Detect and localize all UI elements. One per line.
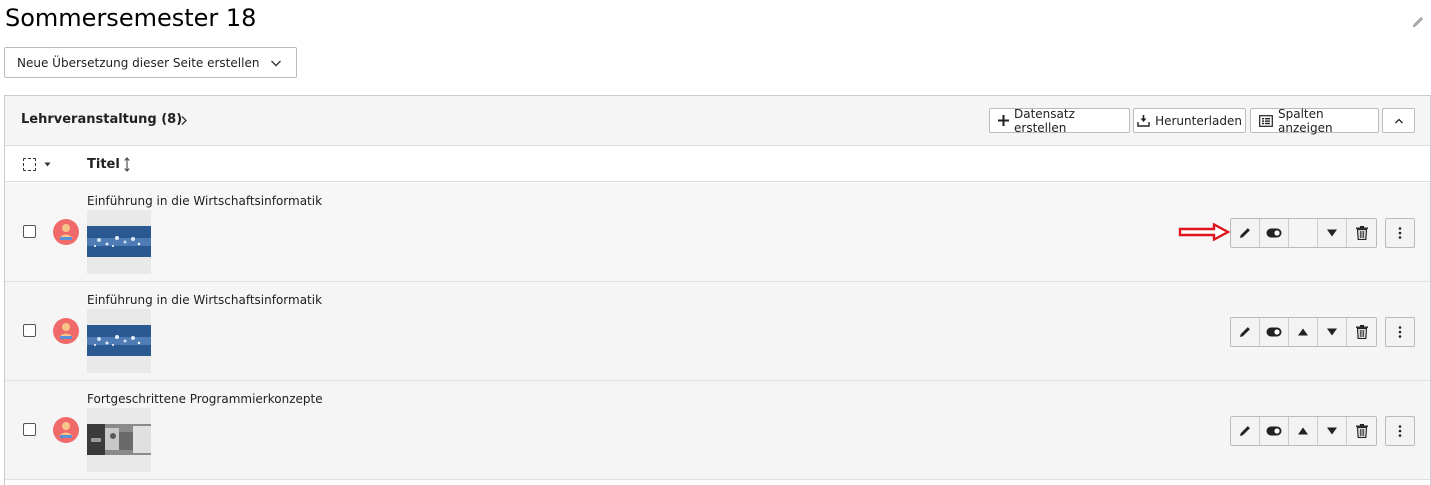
page-edit-pencil-icon[interactable] xyxy=(1410,14,1426,30)
more-options-button[interactable] xyxy=(1385,416,1415,446)
thumbnail xyxy=(87,408,151,472)
row-action-group xyxy=(1230,218,1377,248)
move-down-button[interactable] xyxy=(1318,318,1347,346)
toggle-visibility-button[interactable] xyxy=(1260,219,1289,247)
select-all-checkbox[interactable] xyxy=(23,158,36,171)
edit-button[interactable] xyxy=(1231,219,1260,247)
toggle-visibility-button[interactable] xyxy=(1260,417,1289,445)
more-options-button[interactable] xyxy=(1385,317,1415,347)
show-columns-button[interactable]: Spalten anzeigen xyxy=(1250,106,1379,135)
trash-icon xyxy=(1355,424,1368,438)
row-checkbox[interactable] xyxy=(23,324,36,337)
table-row[interactable]: Fortgeschrittene Programmierkonzepte xyxy=(5,381,1430,480)
edit-button[interactable] xyxy=(1231,318,1260,346)
thumbnail-image xyxy=(87,424,151,455)
more-options-button[interactable] xyxy=(1385,218,1415,248)
chevron-up-icon xyxy=(1394,118,1403,123)
panel-header: Lehrveranstaltung (8) Datensatz erstelle… xyxy=(5,96,1430,146)
triangle-down-icon xyxy=(1327,229,1337,237)
toggle-visibility-button[interactable] xyxy=(1260,318,1289,346)
download-icon xyxy=(1137,114,1150,127)
thumbnail xyxy=(87,210,151,274)
create-record-label: Datensatz erstellen xyxy=(1014,106,1075,135)
chevron-down-icon xyxy=(271,60,281,67)
row-action-group xyxy=(1230,416,1377,446)
pencil-icon xyxy=(1240,426,1250,436)
row-checkbox[interactable] xyxy=(23,423,36,436)
delete-button[interactable] xyxy=(1347,318,1376,346)
row-title[interactable]: Fortgeschrittene Programmierkonzepte xyxy=(87,392,323,406)
move-up-placeholder xyxy=(1289,219,1318,247)
column-title-header[interactable]: Titel xyxy=(87,157,120,172)
columns-list-icon xyxy=(1259,114,1273,127)
row-checkbox[interactable] xyxy=(23,225,36,238)
pencil-icon xyxy=(1240,228,1250,238)
toggle-icon xyxy=(1266,327,1282,337)
vertical-dots-icon xyxy=(1398,425,1402,437)
triangle-up-icon xyxy=(1298,328,1308,336)
move-down-button[interactable] xyxy=(1318,219,1347,247)
record-type-avatar-icon xyxy=(53,417,79,443)
plus-icon xyxy=(998,115,1009,126)
row-title[interactable]: Einführung in die Wirtschaftsinformatik xyxy=(87,293,322,307)
show-columns-label: Spalten anzeigen xyxy=(1278,106,1333,135)
download-label: Herunterladen xyxy=(1155,113,1242,128)
edit-button[interactable] xyxy=(1231,417,1260,445)
move-up-button[interactable] xyxy=(1289,318,1318,346)
move-down-button[interactable] xyxy=(1318,417,1347,445)
toggle-icon xyxy=(1266,228,1282,238)
translation-select[interactable]: Neue Übersetzung dieser Seite erstellen xyxy=(4,47,297,78)
delete-button[interactable] xyxy=(1347,417,1376,445)
caret-down-icon[interactable] xyxy=(44,162,51,167)
download-button[interactable]: Herunterladen xyxy=(1133,108,1246,133)
records-panel: Lehrveranstaltung (8) Datensatz erstelle… xyxy=(4,95,1431,485)
trash-icon xyxy=(1355,325,1368,339)
record-type-avatar-icon xyxy=(53,318,79,344)
vertical-dots-icon xyxy=(1398,326,1402,338)
table-row[interactable]: Einführung in die Wirtschaftsinformatik xyxy=(5,282,1430,381)
triangle-down-icon xyxy=(1327,328,1337,336)
row-title[interactable]: Einführung in die Wirtschaftsinformatik xyxy=(87,194,322,208)
create-record-button[interactable]: Datensatz erstellen xyxy=(989,106,1130,135)
panel-title[interactable]: Lehrveranstaltung (8) xyxy=(21,112,182,127)
page-title: Sommersemester 18 xyxy=(5,4,257,32)
sort-icon[interactable] xyxy=(123,157,131,172)
chevron-right-icon[interactable] xyxy=(179,115,189,126)
trash-icon xyxy=(1355,226,1368,240)
toggle-icon xyxy=(1266,426,1282,436)
move-up-button[interactable] xyxy=(1289,417,1318,445)
translation-select-value: Neue Übersetzung dieser Seite erstellen xyxy=(17,55,260,70)
column-header-row: Titel xyxy=(5,147,1430,182)
delete-button[interactable] xyxy=(1347,219,1376,247)
triangle-up-icon xyxy=(1298,427,1308,435)
pencil-icon xyxy=(1240,327,1250,337)
triangle-down-icon xyxy=(1327,427,1337,435)
thumbnail-image xyxy=(87,226,151,257)
annotation-arrow-icon xyxy=(1178,223,1230,241)
collapse-panel-button[interactable] xyxy=(1382,108,1415,133)
vertical-dots-icon xyxy=(1398,227,1402,239)
record-type-avatar-icon xyxy=(53,219,79,245)
thumbnail xyxy=(87,309,151,373)
thumbnail-image xyxy=(87,325,151,356)
row-action-group xyxy=(1230,317,1377,347)
